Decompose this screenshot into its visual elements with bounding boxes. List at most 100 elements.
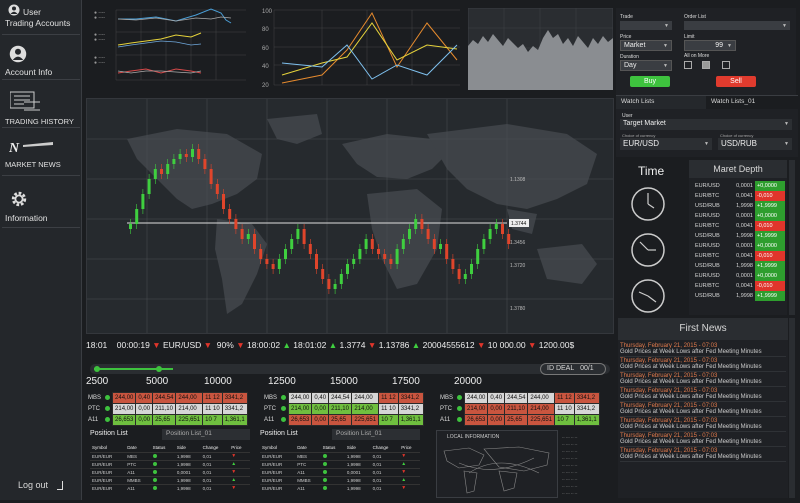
- candle-body: [153, 169, 157, 179]
- table-cell: 1,9998: [176, 453, 191, 459]
- news-scrollbar[interactable]: [789, 318, 795, 498]
- candle-body: [253, 234, 256, 249]
- slider-tick-label: 2500: [86, 376, 109, 387]
- depth-row[interactable]: EUR/USD 0,0001 +0,0000: [693, 211, 785, 221]
- table-row[interactable]: EUR/EUR A11 0,0001 0,01 ▼: [260, 468, 420, 476]
- checkbox-2[interactable]: [702, 61, 710, 69]
- tab-watch-lists-01[interactable]: Watch Lists_01: [706, 96, 798, 109]
- quote-row[interactable]: A11 26,653 0,00 25,65 225,651 10 7 1,361,1: [262, 414, 424, 426]
- quote-row[interactable]: MBS 244,00 0,40 244,54 244,00 11 12 3341,2: [86, 392, 248, 404]
- ticker-v5: 1200.00$: [538, 340, 575, 350]
- quote-row[interactable]: PTC 214,00 0,00 211,10 214,00 11 10 3341,2: [262, 403, 424, 415]
- table-row[interactable]: EUR/EUR PTC 1,9998 0,01 ▲: [260, 460, 420, 468]
- quote-cell: 0,40: [487, 392, 506, 404]
- table-cell: MBS: [127, 453, 137, 459]
- quote-row[interactable]: A11 26,653 0,00 25,65 225,651 10 7 1,361,1: [86, 414, 248, 426]
- tab-position-list-01[interactable]: Position List_01: [162, 429, 250, 440]
- quote-symbol: MBS: [88, 395, 102, 401]
- depth-row[interactable]: USD/RUB 1,9998 +1,9999: [693, 201, 785, 211]
- table-row[interactable]: EUR/EUR MBS 1,9998 0,01 ▼: [90, 452, 250, 460]
- quote-cell: 10 7: [554, 414, 575, 426]
- table-cell: 1,9998: [346, 477, 361, 483]
- quote-cell: 25,65: [328, 414, 353, 426]
- candle-body: [290, 239, 294, 249]
- status-dot-icon: [151, 460, 175, 468]
- status-dot-icon: [321, 476, 345, 484]
- slider-handle[interactable]: [156, 366, 162, 372]
- quote-row[interactable]: A11 26,653 0,00 25,65 225,651 10 7 1,361,1: [438, 414, 600, 426]
- depth-scrollbar[interactable]: [789, 160, 795, 315]
- sidebar-item-information[interactable]: Information: [2, 182, 80, 228]
- quote-row[interactable]: PTC 214,00 0,00 211,10 214,00 11 10 3341,2: [438, 403, 600, 415]
- logout-button[interactable]: Log out: [18, 480, 63, 491]
- news-item[interactable]: Thursday, February 21, 2015 - 07:03 Gold …: [620, 387, 786, 402]
- checkbox-1[interactable]: [684, 61, 692, 69]
- news-item[interactable]: Thursday, February 21, 2015 - 07:03 Gold …: [620, 447, 786, 462]
- quote-row[interactable]: MBS 244,00 0,40 244,54 244,00 11 12 3341,2: [262, 392, 424, 404]
- depth-cell: +0,0000: [754, 211, 785, 221]
- sell-button[interactable]: Sell: [716, 76, 756, 87]
- quote-cell: 0,00: [135, 414, 154, 426]
- depth-cell: 1,9998: [736, 203, 753, 209]
- limit-stepper[interactable]: 99 ▼: [684, 40, 736, 51]
- order-list-select[interactable]: ▼: [684, 21, 790, 30]
- depth-row[interactable]: EUR/USD 0,0001 +0,0000: [693, 241, 785, 251]
- depth-row[interactable]: EUR/USD 0,0001 +0,0000: [693, 271, 785, 281]
- id-deal-field[interactable]: ID DEAL 00/1: [540, 363, 606, 375]
- down-arrow-icon: ▼: [401, 453, 407, 459]
- quote-cell: 3341,2: [221, 392, 248, 404]
- table-row[interactable]: EUR/EUR PTC 1,9998 0,01 ▲: [90, 460, 250, 468]
- depth-row[interactable]: USD/RUB 1,9998 +1,9999: [693, 291, 785, 301]
- news-headline: Gold Prices at Week Lows after Fed Meeti…: [620, 454, 762, 460]
- sidebar-item-account-info[interactable]: Account Info: [2, 40, 80, 80]
- slider-handle[interactable]: [94, 366, 100, 372]
- sidebar-item-trading-accounts[interactable]: User Trading Accounts: [2, 2, 80, 35]
- quote-cell: 214,00: [175, 403, 204, 415]
- duration-select[interactable]: Day ▼: [620, 60, 672, 71]
- target-market-select[interactable]: Target Market ▼: [620, 119, 792, 130]
- table-row[interactable]: EUR/EUR MBS 1,9998 0,01 ▼: [260, 452, 420, 460]
- currency-select-1[interactable]: EUR/USD ▼: [620, 138, 712, 150]
- depth-cell: -0,010: [754, 221, 785, 231]
- table-row[interactable]: EUR/EUR MMBS 1,9998 0,01 ▲: [90, 476, 250, 484]
- depth-row[interactable]: USD/RUB 1,9998 +1,9999: [693, 231, 785, 241]
- quote-cell: 244,54: [504, 392, 529, 404]
- quote-row[interactable]: MBS 244,00 0,40 244,54 244,00 11 12 3341,2: [438, 392, 600, 404]
- news-item[interactable]: Thursday, February 21, 2015 - 07:03 Gold …: [620, 372, 786, 387]
- checkbox-3[interactable]: [722, 61, 730, 69]
- status-dot-icon: [151, 484, 175, 492]
- depth-row[interactable]: EUR/BTC 0,0041 -0,010: [693, 281, 785, 291]
- price-select[interactable]: Market ▼: [620, 40, 672, 51]
- tab-watch-lists[interactable]: Watch Lists: [616, 96, 706, 109]
- trade-select[interactable]: ▼: [620, 21, 672, 30]
- quote-cell: 214,00: [288, 403, 313, 415]
- table-row[interactable]: EUR/EUR A11 1,9998 0,01 ▼: [90, 484, 250, 492]
- down-arrow-icon: ▼: [231, 453, 237, 459]
- news-item[interactable]: Thursday, February 21, 2015 - 07:03 Gold …: [620, 342, 786, 357]
- depth-row[interactable]: EUR/USD 0,0001 +0,0000: [693, 181, 785, 191]
- table-cell: EUR/EUR: [92, 469, 113, 475]
- depth-row[interactable]: EUR/BTC 0,0041 -0,010: [693, 221, 785, 231]
- candle-body: [197, 149, 201, 159]
- sidebar-item-market-news[interactable]: N MARKET NEWS: [2, 134, 80, 176]
- news-item[interactable]: Thursday, February 21, 2015 - 07:03 Gold …: [620, 402, 786, 417]
- news-item[interactable]: Thursday, February 21, 2015 - 07:03 Gold …: [620, 432, 786, 447]
- table-row[interactable]: EUR/EUR A11 0,0001 0,01 ▼: [90, 468, 250, 476]
- quote-cell: 3341,2: [221, 403, 248, 415]
- table-row[interactable]: EUR/EUR MMBS 1,9998 0,01 ▲: [260, 476, 420, 484]
- quote-row[interactable]: PTC 214,00 0,00 211,10 214,00 11 10 3341,2: [86, 403, 248, 415]
- buy-button[interactable]: Buy: [630, 76, 670, 87]
- candle-body: [451, 259, 455, 269]
- tab-position-list-01[interactable]: Position List_01: [332, 429, 420, 440]
- position-table: Symbol Date Status Side Change Price EUR/EUR MB…: [260, 444, 420, 492]
- news-item[interactable]: Thursday, February 21, 2015 - 07:03 Gold …: [620, 357, 786, 372]
- id-deal-label: ID DEAL: [547, 365, 575, 372]
- quote-cell: 214,00: [351, 403, 380, 415]
- news-item[interactable]: Thursday, February 21, 2015 - 07:03 Gold …: [620, 417, 786, 432]
- depth-row[interactable]: EUR/BTC 0,0041 -0,010: [693, 251, 785, 261]
- depth-row[interactable]: EUR/BTC 0,0041 -0,010: [693, 191, 785, 201]
- sidebar-item-trading-history[interactable]: TRADING HISTORY: [2, 86, 80, 128]
- currency-select-2[interactable]: USD/RUB ▼: [718, 138, 792, 150]
- table-row[interactable]: EUR/EUR A11 1,9998 0,01 ▼: [260, 484, 420, 492]
- depth-row[interactable]: USD/RUB 1,9998 +1,9999: [693, 261, 785, 271]
